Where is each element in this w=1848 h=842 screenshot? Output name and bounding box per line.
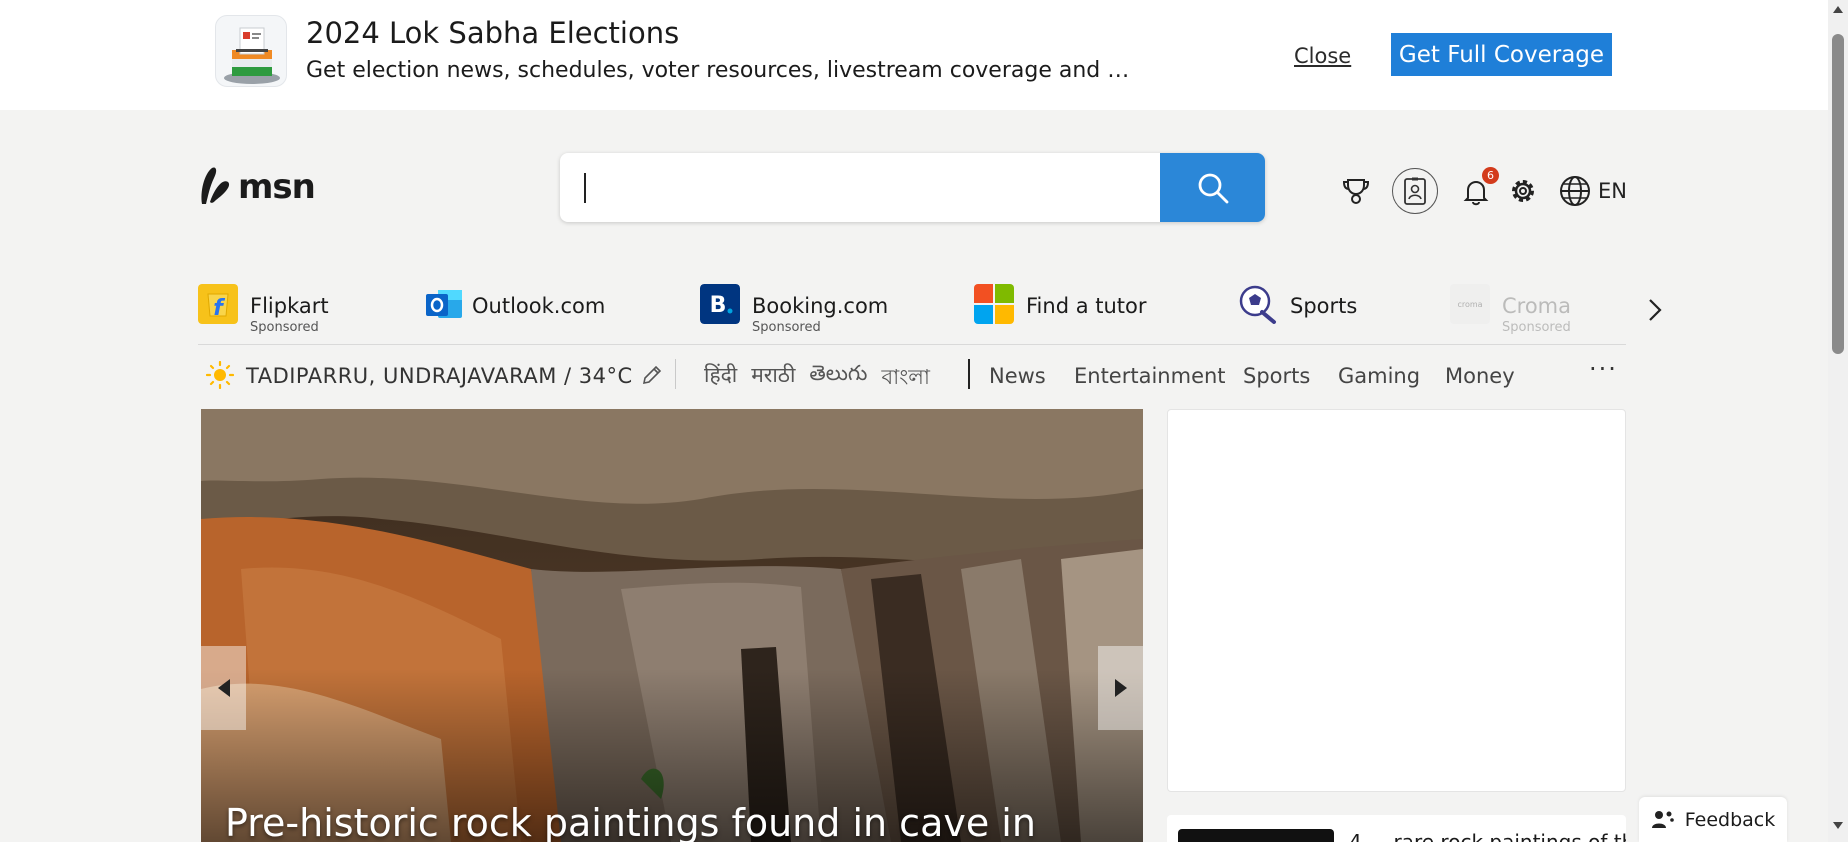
- banner-title: 2024 Lok Sabha Elections: [306, 16, 680, 50]
- feedback-button[interactable]: Feedback: [1639, 797, 1787, 842]
- quick-link-label: Croma: [1502, 294, 1572, 318]
- scroll-down-arrow-icon[interactable]: [1833, 822, 1843, 829]
- language-link-bengali[interactable]: বাংলা: [881, 361, 930, 396]
- quick-link-croma[interactable]: croma Croma Sponsored: [1450, 282, 1580, 342]
- search-icon: [1198, 173, 1228, 203]
- gear-icon: [1512, 180, 1534, 202]
- feedback-label: Feedback: [1684, 808, 1776, 831]
- ad-card: [1167, 409, 1626, 792]
- scroll-up-arrow-icon[interactable]: [1833, 6, 1843, 13]
- nav-separator: [675, 359, 676, 389]
- language-link-marathi[interactable]: मराठी: [751, 361, 795, 396]
- search-button[interactable]: [1160, 153, 1265, 222]
- nav-separator: [968, 359, 970, 389]
- quick-links-bar: f Flipkart Sponsored Outlook.com B Booki…: [198, 282, 1628, 342]
- quick-link-find-a-tutor[interactable]: Find a tutor: [974, 282, 1164, 342]
- sponsored-tag: Sponsored: [250, 320, 319, 335]
- carousel-next-button[interactable]: [1098, 646, 1143, 730]
- search-input[interactable]: [560, 153, 1160, 222]
- section-divider: [198, 344, 1626, 345]
- globe-icon: [1560, 176, 1590, 206]
- booking-icon: B: [700, 284, 740, 324]
- nav-link-sports[interactable]: Sports: [1243, 364, 1310, 388]
- settings-button[interactable]: [1505, 173, 1541, 209]
- election-banner: 2024 Lok Sabha Elections Get election ne…: [0, 0, 1828, 110]
- profile-button[interactable]: [1392, 168, 1438, 214]
- caret-right-icon: [1114, 679, 1127, 697]
- flipkart-icon: f: [198, 284, 238, 324]
- sponsored-tag: Sponsored: [1502, 320, 1571, 335]
- quick-link-label: Flipkart: [250, 294, 329, 318]
- svg-text:croma: croma: [1457, 300, 1482, 309]
- language-code: EN: [1598, 179, 1627, 203]
- story-thumbnail: [1178, 829, 1334, 842]
- side-story-card[interactable]: 4 ... rare rock paintings of the: [1167, 815, 1626, 842]
- quick-link-booking[interactable]: B Booking.com Sponsored: [700, 282, 900, 342]
- nav-link-gaming[interactable]: Gaming: [1338, 364, 1420, 388]
- hero-headline[interactable]: Pre-historic rock paintings found in cav…: [225, 801, 1036, 842]
- quick-link-label: Booking.com: [752, 294, 889, 318]
- weather-location[interactable]: TADIPARRU, UNDRAJAVARAM / 34°C: [246, 364, 633, 388]
- get-full-coverage-button[interactable]: Get Full Coverage: [1391, 33, 1612, 76]
- nav-link-news[interactable]: News: [989, 364, 1046, 388]
- page-scrollbar[interactable]: [1828, 0, 1848, 842]
- quick-link-outlook[interactable]: Outlook.com: [424, 282, 614, 342]
- language-selector[interactable]: EN: [1558, 172, 1627, 210]
- chevron-right-icon: [1649, 299, 1662, 321]
- banner-close-link[interactable]: Close: [1294, 44, 1351, 68]
- svg-text:B: B: [710, 293, 727, 318]
- carousel-prev-button[interactable]: [201, 646, 246, 730]
- quick-link-label: Outlook.com: [472, 294, 606, 318]
- outlook-icon: [426, 290, 462, 318]
- feedback-people-icon: [1651, 810, 1674, 828]
- nav-link-money[interactable]: Money: [1445, 364, 1515, 388]
- language-links: हिंदी मराठी తెలుగు বাংলা: [704, 361, 930, 396]
- sponsored-tag: Sponsored: [752, 320, 821, 335]
- quick-link-flipkart[interactable]: f Flipkart Sponsored: [198, 282, 358, 342]
- language-link-telugu[interactable]: తెలుగు: [809, 361, 867, 396]
- text-caret: [584, 173, 586, 203]
- ballot-box-icon: [215, 15, 287, 87]
- hero-image: [201, 409, 1143, 842]
- category-nav: TADIPARRU, UNDRAJAVARAM / 34°C हिंदी मरा…: [198, 355, 1628, 395]
- trophy-icon: [1342, 179, 1370, 204]
- sun-icon: [206, 361, 234, 389]
- msn-logo[interactable]: msn: [198, 164, 316, 210]
- nav-link-entertainment[interactable]: Entertainment: [1074, 364, 1226, 388]
- language-link-hindi[interactable]: हिंदी: [704, 361, 737, 396]
- quick-link-label: Find a tutor: [1026, 294, 1147, 318]
- profile-badge-icon: [1404, 177, 1426, 205]
- croma-icon: croma: [1450, 284, 1490, 324]
- notification-count-badge: 6: [1482, 167, 1499, 184]
- scrollbar-thumb[interactable]: [1832, 34, 1844, 354]
- logo-text: msn: [238, 167, 316, 207]
- microsoft-icon: [974, 284, 1014, 324]
- quick-links-next-button[interactable]: [1640, 292, 1670, 328]
- msn-butterfly-icon: [201, 167, 230, 204]
- search-box[interactable]: [560, 153, 1265, 222]
- more-options-button[interactable]: ···: [1589, 355, 1618, 383]
- edit-pencil-icon[interactable]: [640, 363, 664, 387]
- story-headline: 4 ... rare rock paintings of the: [1349, 830, 1626, 842]
- rewards-trophy-button[interactable]: [1338, 174, 1374, 210]
- quick-link-label: Sports: [1290, 294, 1358, 318]
- sports-ball-icon: [1239, 285, 1276, 324]
- quick-link-sports[interactable]: Sports: [1238, 282, 1388, 342]
- hero-carousel[interactable]: Pre-historic rock paintings found in cav…: [201, 409, 1143, 842]
- caret-left-icon: [217, 679, 230, 697]
- banner-subtitle: Get election news, schedules, voter reso…: [306, 58, 1130, 83]
